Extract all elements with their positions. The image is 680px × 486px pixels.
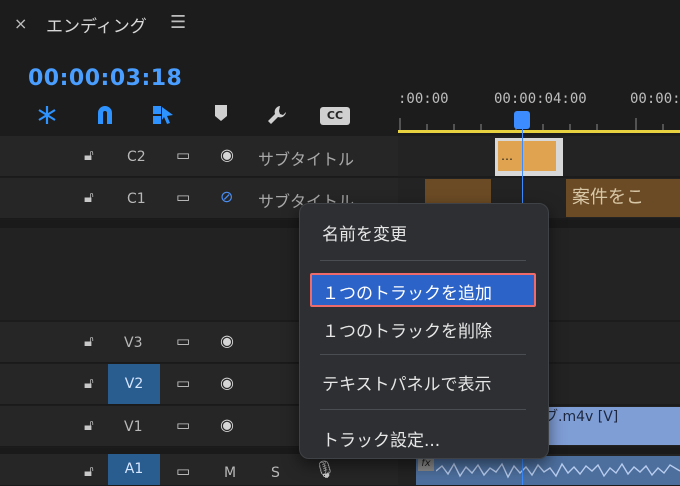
video-clip-v1[interactable]: ブ.m4v [V] [540,407,680,445]
work-area-bar[interactable] [398,130,680,133]
lock-icon[interactable]: 🔓︎ [84,332,94,350]
track-name: C2 [127,149,146,165]
sync-lock-icon[interactable]: ▭ [176,332,190,350]
linked-selection-icon[interactable] [150,104,176,130]
ruler-ticks [399,118,664,130]
sync-lock-icon[interactable]: ▭ [176,416,190,434]
audio-waveform [436,462,680,479]
magnet-snap-icon[interactable] [92,104,118,130]
sync-lock-icon[interactable]: ▭ [176,188,190,206]
add-marker-icon[interactable] [208,104,234,130]
menu-item-show-in-text-panel[interactable]: テキストパネルで表示 [322,370,492,395]
track-name: V3 [124,335,143,351]
menu-item-add-track[interactable]: １つのトラックを追加 [322,279,492,304]
track-name: V1 [124,419,143,435]
menu-separator [320,354,526,355]
eye-hidden-icon[interactable]: ⊘ [220,187,233,206]
mute-button[interactable]: M [224,465,236,481]
playhead-handle[interactable] [514,111,530,129]
track-name: C1 [127,191,146,207]
menu-item-rename[interactable]: 名前を変更 [322,220,407,245]
menu-item-track-settings[interactable]: トラック設定... [322,426,440,451]
lock-icon[interactable]: 🔓︎ [84,416,94,434]
caption-clip-c2-body: … [498,141,556,171]
eye-icon[interactable]: ◉ [220,145,234,164]
panel-menu-icon[interactable]: ☰ [170,12,186,33]
solo-button[interactable]: S [271,465,280,481]
lock-icon[interactable]: 🔓︎ [84,462,94,480]
menu-item-delete-track[interactable]: １つのトラックを削除 [322,317,492,342]
microphone-icon[interactable]: 🎙︎ [314,460,336,480]
menu-separator [320,409,526,410]
sync-lock-icon[interactable]: ▭ [176,374,190,392]
lock-icon[interactable]: 🔓︎ [84,374,94,392]
caption-clip-c1b[interactable]: 案件をこ [566,179,680,217]
target-track-a1[interactable]: A1 [108,454,160,485]
eye-icon[interactable]: ◉ [220,415,234,434]
close-tab-icon[interactable]: × [14,14,27,33]
eye-icon[interactable]: ◉ [220,373,234,392]
sequence-title[interactable]: エンディング [46,12,147,37]
lock-icon[interactable]: 🔓︎ [84,146,94,164]
target-track-v2[interactable]: V2 [108,364,160,404]
snap-nest-icon[interactable] [34,104,60,130]
menu-separator [320,260,526,261]
sync-lock-icon[interactable]: ▭ [176,462,190,480]
track-label: サブタイトル [258,150,355,169]
fx-badge[interactable]: fx [418,457,434,471]
captions-cc-icon[interactable]: CC [320,107,350,125]
context-menu: 名前を変更 １つのトラックを追加 １つのトラックを削除 テキストパネルで表示 ト… [299,203,549,459]
panel-header: × エンディング ☰ [0,0,680,50]
playhead-timecode[interactable]: 00:00:03:18 [28,66,182,91]
wrench-settings-icon[interactable] [264,104,290,130]
sync-lock-icon[interactable]: ▭ [176,146,190,164]
lock-icon[interactable]: 🔓︎ [84,188,94,206]
eye-icon[interactable]: ◉ [220,331,234,350]
